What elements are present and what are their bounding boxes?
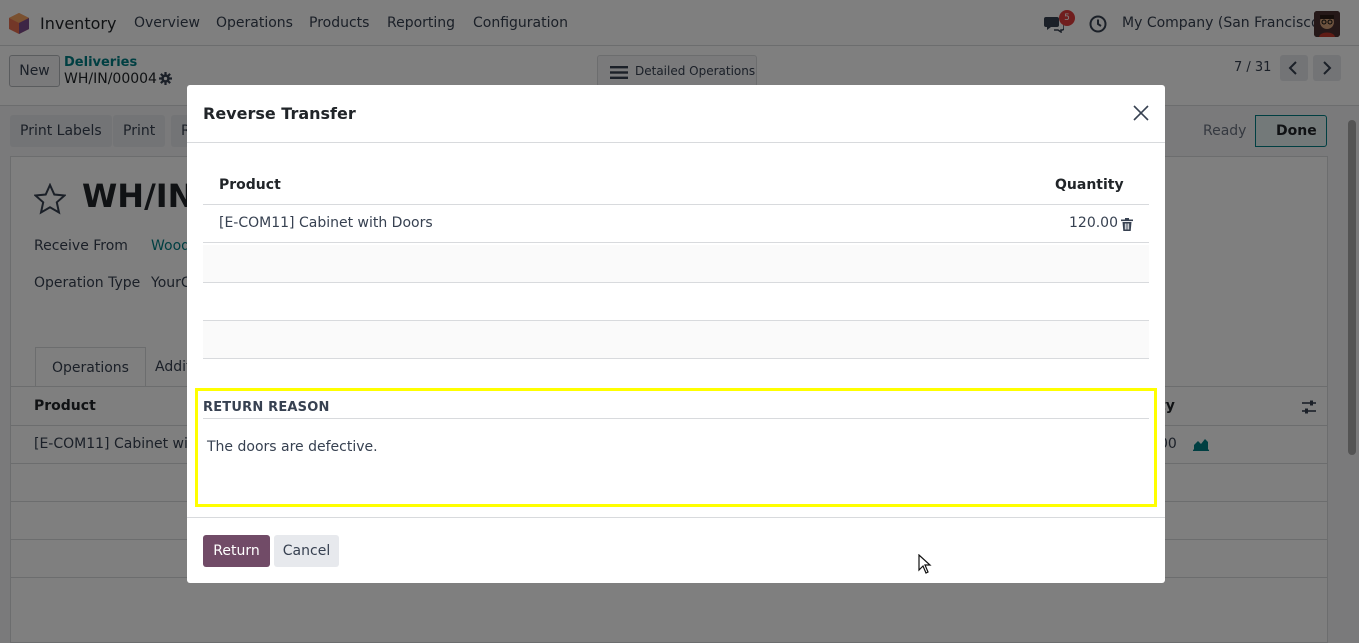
close-icon[interactable] — [1133, 105, 1149, 121]
line-product[interactable]: [E-COM11] Cabinet with Doors — [219, 215, 433, 231]
dialog-title: Reverse Transfer — [203, 104, 356, 123]
dialog-footer: Return Cancel — [187, 517, 1165, 583]
return-reason-field[interactable]: The doors are defective. — [207, 439, 378, 455]
cancel-button[interactable]: Cancel — [274, 535, 339, 567]
mouse-cursor-icon — [918, 554, 932, 574]
line-quantity[interactable]: 120.00 — [1069, 215, 1118, 231]
column-quantity[interactable]: Quantity — [1055, 177, 1124, 193]
return-lines-header: Product Quantity — [203, 167, 1149, 205]
table-row — [203, 245, 1149, 283]
trash-icon[interactable] — [1121, 218, 1133, 231]
return-button[interactable]: Return — [203, 535, 270, 567]
table-row[interactable]: [E-COM11] Cabinet with Doors 120.00 — [203, 205, 1149, 243]
divider — [203, 418, 1149, 419]
dialog-header: Reverse Transfer — [187, 85, 1165, 143]
reverse-transfer-dialog: Reverse Transfer Product Quantity [E-COM… — [187, 85, 1165, 583]
column-product[interactable]: Product — [219, 177, 281, 193]
table-row — [203, 283, 1149, 321]
return-reason-label: RETURN REASON — [203, 400, 330, 415]
table-row — [203, 321, 1149, 359]
